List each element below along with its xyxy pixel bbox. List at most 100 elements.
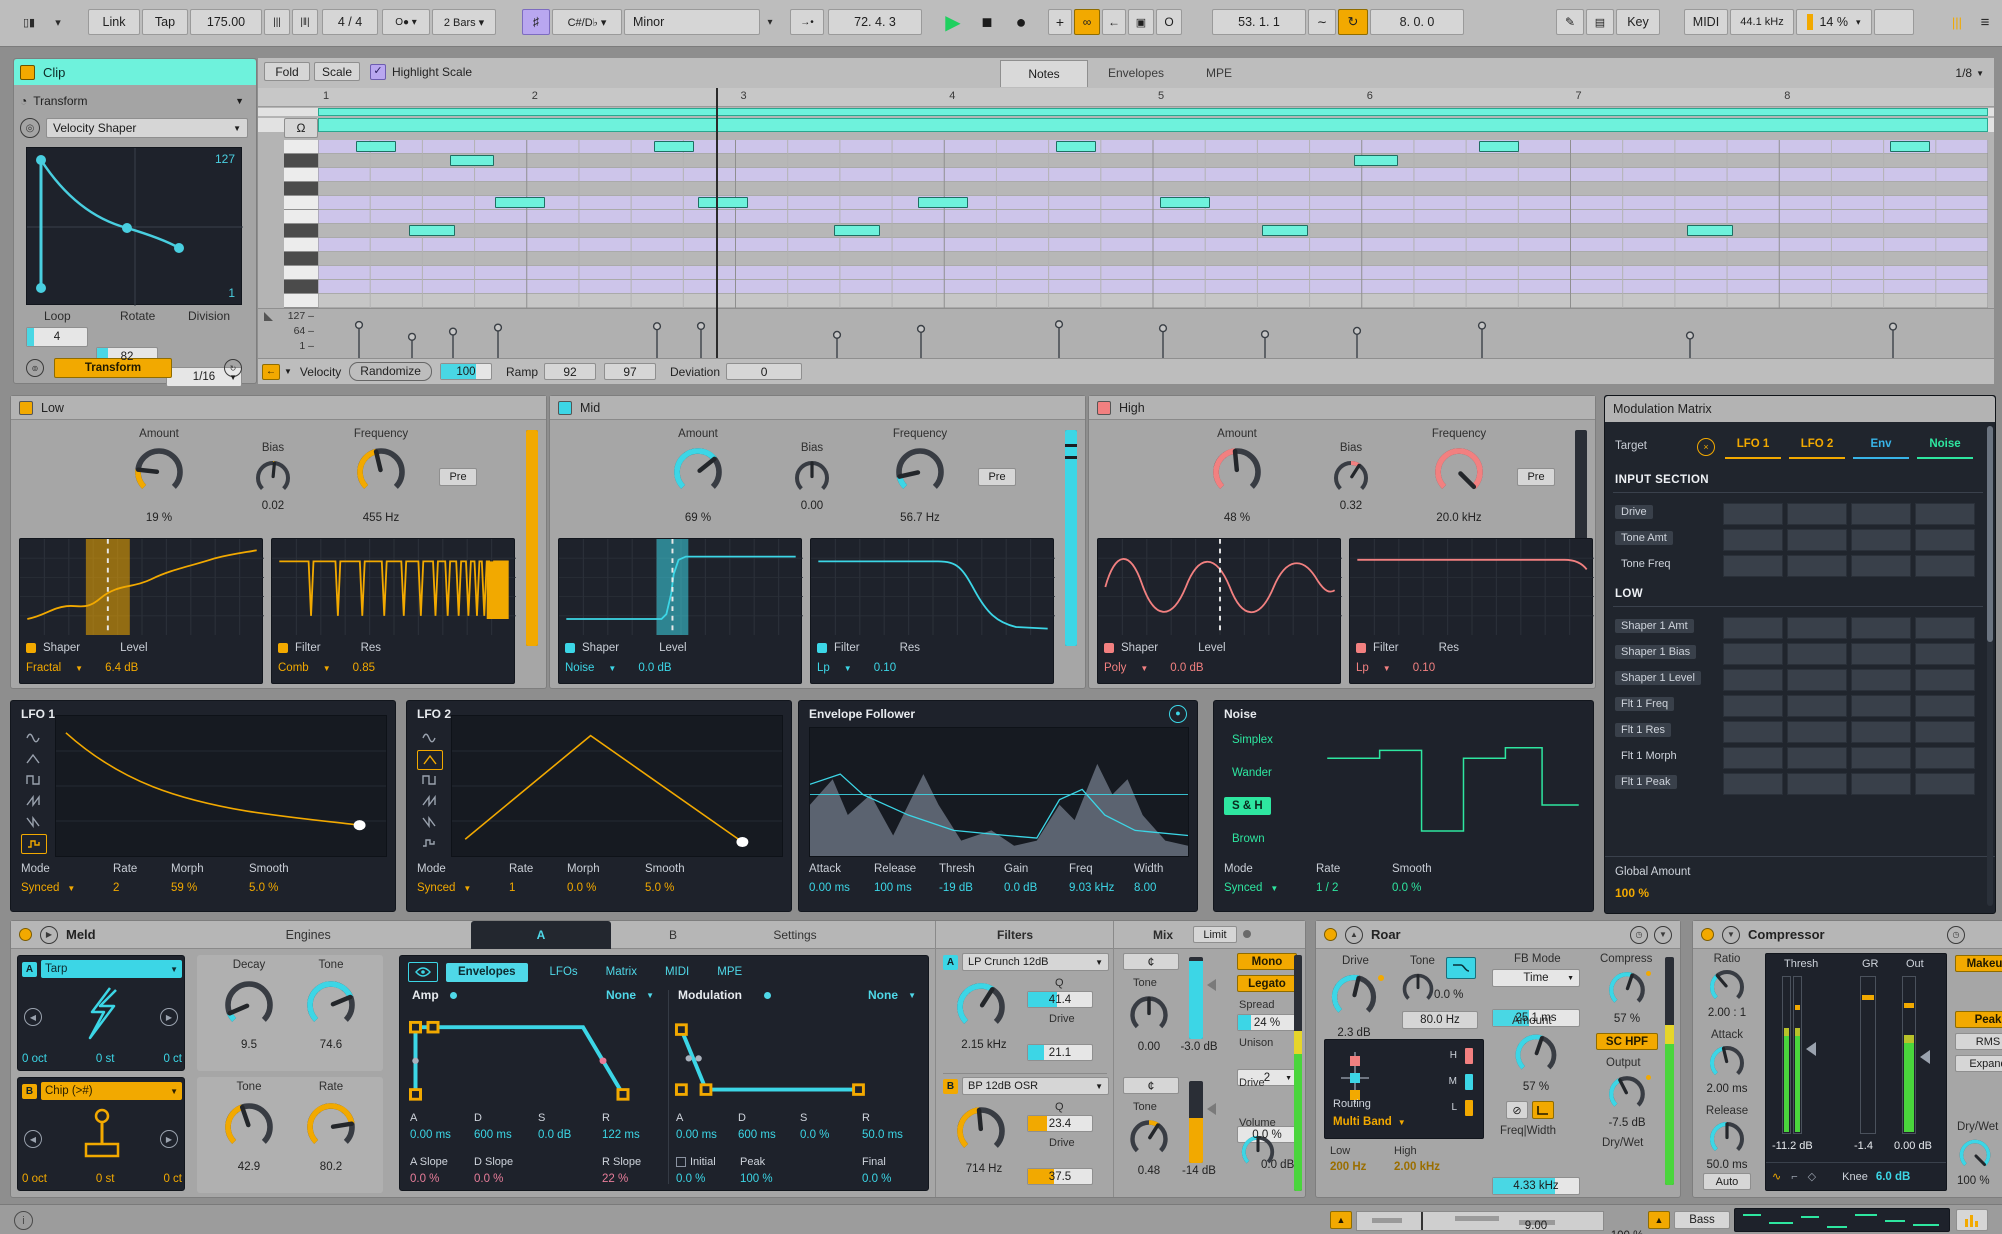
- midi-note[interactable]: [918, 197, 968, 208]
- slope-value[interactable]: 0.0 %: [410, 1173, 439, 1185]
- highlight-scale-toggle[interactable]: ✓Highlight Scale: [370, 62, 472, 82]
- matrix-cell[interactable]: [1915, 555, 1975, 577]
- velocity-shaper-graph[interactable]: 127 1: [26, 147, 242, 305]
- tone-knob[interactable]: [1127, 1117, 1171, 1161]
- comp-attack-value[interactable]: 2.00 ms: [1699, 1083, 1755, 1095]
- transform-section-header[interactable]: ◔ Transform ▼: [20, 91, 248, 111]
- lfo-mode-value[interactable]: Synced▼: [21, 882, 75, 894]
- slope-value[interactable]: 22 %: [602, 1173, 628, 1185]
- tone-knob[interactable]: [303, 977, 359, 1033]
- lfo-morph-value[interactable]: 0.0 %: [567, 882, 596, 894]
- amount-knob[interactable]: [1512, 1031, 1560, 1079]
- frequency-knob[interactable]: [353, 444, 409, 500]
- band-shaper-type[interactable]: Poly: [1104, 662, 1126, 674]
- midi-note[interactable]: [1354, 155, 1398, 166]
- tab-mpe[interactable]: MPE: [1186, 60, 1252, 86]
- lfo-waveform-tri-icon[interactable]: [417, 750, 443, 770]
- frequency-knob[interactable]: [1431, 444, 1487, 500]
- amount-knob[interactable]: [1209, 444, 1265, 500]
- comp-ratio-knob[interactable]: [1707, 967, 1747, 1007]
- amount-value[interactable]: 19 %: [114, 512, 204, 524]
- tone-knob[interactable]: [1400, 971, 1436, 1007]
- matrix-row-label[interactable]: Drive: [1615, 505, 1653, 519]
- matrix-cell[interactable]: [1915, 695, 1975, 717]
- matrix-row-label[interactable]: Flt 1 Peak: [1615, 775, 1677, 789]
- engine-b-select[interactable]: Chip (>#)▼: [41, 1082, 182, 1100]
- matrix-cell[interactable]: [1723, 555, 1783, 577]
- transform-preset-select[interactable]: Velocity Shaper▼: [46, 118, 248, 138]
- ratio-knob[interactable]: [1707, 967, 1747, 1007]
- track-name-chip[interactable]: Bass: [1674, 1211, 1730, 1229]
- play-button[interactable]: ▶: [938, 9, 968, 35]
- follow-button[interactable]: →•: [790, 9, 824, 35]
- re-enable-automation-button[interactable]: O: [1156, 9, 1182, 35]
- matrix-row-label[interactable]: Shaper 1 Bias: [1615, 645, 1696, 659]
- loop-field[interactable]: 4: [26, 327, 88, 347]
- fw-freq-field[interactable]: 4.33 kHz: [1492, 1177, 1580, 1195]
- amount-knob[interactable]: [1209, 444, 1265, 500]
- next-engine-icon[interactable]: ▶: [160, 1130, 178, 1148]
- output-knob[interactable]: [1606, 1073, 1648, 1115]
- arrangement-overview-toggle[interactable]: ▲: [1330, 1211, 1352, 1229]
- band-shaper-display[interactable]: ShaperLevelNoise▼0.0 dB: [558, 538, 802, 684]
- lfo-waveform-saw-down-icon[interactable]: [21, 813, 45, 831]
- q-field[interactable]: 23.4: [1027, 1115, 1093, 1132]
- checkbox-icon[interactable]: [676, 1157, 686, 1167]
- comp-ratio-value[interactable]: 2.00 : 1: [1699, 1007, 1755, 1019]
- roar-amount-knob[interactable]: [1512, 1031, 1560, 1079]
- adsr-value[interactable]: 0.00 ms: [676, 1129, 717, 1141]
- subtab-envelopes[interactable]: Envelopes: [446, 963, 528, 982]
- arrangement-overview[interactable]: [1356, 1211, 1604, 1231]
- matrix-cell[interactable]: [1915, 773, 1975, 795]
- midi-note[interactable]: [1479, 141, 1519, 152]
- chevron-down-icon[interactable]: ▼: [1383, 664, 1391, 673]
- amount-knob[interactable]: [131, 444, 187, 500]
- collapse-icon[interactable]: ▼: [1722, 926, 1740, 944]
- midi-note[interactable]: [450, 155, 494, 166]
- device-on-led[interactable]: [1701, 928, 1714, 941]
- lfo-display[interactable]: [55, 715, 387, 857]
- matrix-cell[interactable]: [1915, 747, 1975, 769]
- clip-panel-header[interactable]: Clip: [14, 59, 256, 85]
- bias-knob[interactable]: [253, 458, 293, 498]
- nudge-up-button[interactable]: |‖|: [292, 9, 318, 35]
- automation-arm-button[interactable]: ▣: [1128, 9, 1154, 35]
- frequency-value[interactable]: 56.7 Hz: [875, 512, 965, 524]
- randomize-button[interactable]: Randomize: [349, 362, 432, 381]
- bias-value[interactable]: 0.00: [767, 500, 857, 512]
- tone-value[interactable]: 0.48: [1125, 1165, 1173, 1177]
- rate-knob[interactable]: [303, 1099, 359, 1155]
- noise-type-brown[interactable]: Brown: [1224, 830, 1273, 848]
- limit-button[interactable]: Limit: [1193, 926, 1237, 943]
- piano-key[interactable]: [284, 266, 318, 280]
- next-engine-icon[interactable]: ▶: [160, 1008, 178, 1026]
- matrix-cell[interactable]: [1851, 643, 1911, 665]
- piano-key[interactable]: [284, 238, 318, 252]
- engine-b-oct[interactable]: 0 oct: [22, 1173, 47, 1185]
- envf-gain-value[interactable]: 0.0 dB: [1004, 882, 1037, 894]
- fb-mode-select[interactable]: Time▼: [1492, 969, 1580, 987]
- overload-indicator[interactable]: [1874, 9, 1914, 35]
- lfo-waveform-saw-down-icon[interactable]: [417, 813, 441, 831]
- adsr-value[interactable]: 50.0 ms: [862, 1129, 903, 1141]
- tab-engine-a[interactable]: A: [471, 921, 611, 949]
- transform-apply-button[interactable]: Transform: [54, 358, 172, 378]
- filter-type-select[interactable]: LP Crunch 12dB▼: [962, 953, 1109, 971]
- transform-collapse-chevron-icon[interactable]: ▼: [235, 96, 244, 106]
- matrix-cell[interactable]: [1851, 555, 1911, 577]
- matrix-cell[interactable]: [1851, 529, 1911, 551]
- matrix-cell[interactable]: [1723, 643, 1783, 665]
- chevron-down-icon[interactable]: ▼: [608, 664, 616, 673]
- frequency-knob[interactable]: [892, 444, 948, 500]
- scale-root-select[interactable]: C#/D♭ ▾: [552, 9, 622, 35]
- slider-handle-icon[interactable]: [1207, 979, 1216, 991]
- noise-type-sh[interactable]: S & H: [1224, 797, 1271, 815]
- engine-knob[interactable]: [303, 977, 359, 1033]
- frequency-knob[interactable]: [1431, 444, 1487, 500]
- matrix-cell[interactable]: [1787, 669, 1847, 691]
- amp-mod-target[interactable]: None: [606, 988, 636, 1002]
- adsr-value[interactable]: 0.00 ms: [410, 1129, 451, 1141]
- chevron-down-icon[interactable]: ▾: [50, 9, 66, 35]
- matrix-cell[interactable]: [1915, 529, 1975, 551]
- circuit-button[interactable]: ¢: [1123, 1077, 1179, 1094]
